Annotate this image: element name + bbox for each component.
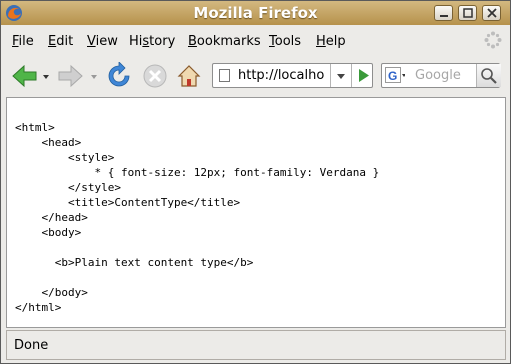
magnifier-icon — [481, 68, 497, 84]
url-text[interactable]: http://localhost/ — [238, 68, 324, 83]
source-line: <head> — [15, 136, 82, 149]
page-favicon — [219, 69, 230, 82]
close-icon — [487, 8, 497, 18]
forward-history-dropdown[interactable] — [89, 62, 99, 90]
home-icon[interactable] — [175, 62, 203, 90]
stop-icon[interactable] — [141, 62, 169, 90]
source-line: </style> — [15, 181, 121, 194]
source-line: </head> — [15, 211, 88, 224]
reload-icon[interactable] — [105, 62, 133, 90]
source-line: <body> — [15, 226, 82, 239]
source-line: <b>Plain text content type</b> — [15, 256, 254, 269]
back-icon[interactable] — [9, 62, 39, 90]
menu-file[interactable]: File — [12, 34, 34, 49]
status-text: Done — [14, 338, 49, 353]
status-bar: Done — [6, 330, 506, 360]
menu-history[interactable]: History — [129, 34, 175, 49]
url-bar[interactable]: http://localhost/ — [212, 63, 373, 88]
maximize-icon — [463, 8, 473, 18]
menu-edit[interactable]: Edit — [48, 34, 73, 49]
title-bar[interactable]: Mozilla Firefox — [1, 1, 510, 25]
search-button[interactable] — [476, 64, 501, 87]
source-line: * { font-size: 12px; font-family: Verdan… — [15, 166, 380, 179]
menu-bookmarks[interactable]: Bookmarks — [188, 34, 261, 49]
menu-help[interactable]: Help — [316, 34, 346, 49]
menu-tools[interactable]: Tools — [269, 34, 301, 49]
close-button[interactable] — [482, 5, 501, 21]
back-history-dropdown[interactable] — [41, 62, 51, 90]
browser-window: Mozilla Firefox File Edit View History B… — [0, 0, 511, 364]
search-input[interactable]: Google — [415, 68, 461, 83]
forward-icon[interactable] — [56, 62, 86, 90]
maximize-button[interactable] — [458, 5, 477, 21]
menu-view[interactable]: View — [87, 34, 118, 49]
search-bar[interactable]: G Google — [381, 63, 501, 88]
url-dropdown-button[interactable] — [330, 64, 351, 87]
source-line: <style> — [15, 151, 115, 164]
minimize-icon — [440, 15, 448, 17]
go-button[interactable] — [351, 64, 374, 87]
google-icon[interactable]: G — [385, 67, 405, 84]
chevron-down-icon — [337, 74, 345, 79]
source-text: <html> <head> <style> * { font-size: 12p… — [15, 120, 379, 315]
page-content[interactable]: <html> <head> <style> * { font-size: 12p… — [6, 97, 506, 328]
minimize-button[interactable] — [434, 5, 453, 21]
source-line: </html> — [15, 301, 62, 314]
source-line: <title>ContentType</title> — [15, 196, 241, 209]
source-line: <html> — [15, 121, 55, 134]
go-icon — [359, 69, 369, 82]
svg-text:G: G — [388, 69, 397, 83]
source-line: </body> — [15, 286, 88, 299]
throbber-icon — [484, 31, 502, 49]
menu-bar: File Edit View History Bookmarks Tools H… — [1, 28, 510, 56]
